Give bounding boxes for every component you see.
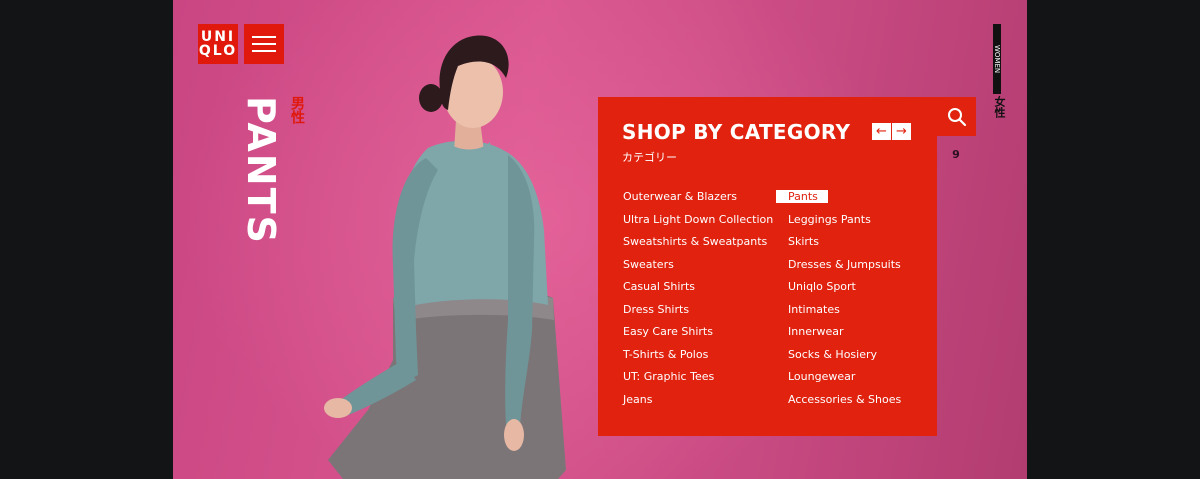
category-link[interactable]: Uniqlo Sport [788,279,901,302]
prev-arrow-button[interactable]: ← [872,123,891,140]
category-link[interactable]: Accessories & Shoes [788,392,901,415]
category-list-right: Pants Leggings Pants Skirts Dresses & Ju… [776,189,901,415]
search-button[interactable] [937,97,976,136]
page-number: 9 [952,148,960,161]
category-title: PANTS [239,96,283,245]
category-link[interactable]: Socks & Hosiery [788,347,901,370]
panel-title: SHOP BY CATEGORY [622,120,851,144]
category-list-left: Outerwear & Blazers Ultra Light Down Col… [623,189,773,414]
category-link[interactable]: Outerwear & Blazers [623,189,773,212]
category-link[interactable]: Jeans [623,392,773,415]
category-link[interactable]: Dress Shirts [623,302,773,325]
category-link[interactable]: T-Shirts & Polos [623,347,773,370]
logo-line-2: QLO [198,43,238,59]
women-tab[interactable]: WOMEN [993,24,1001,94]
category-link[interactable]: Sweatshirts & Sweatpants [623,234,773,257]
category-title-jp: 男性 [289,96,305,124]
category-link[interactable]: Casual Shirts [623,279,773,302]
search-icon [947,107,966,126]
hamburger-icon [252,36,276,38]
category-link[interactable]: Ultra Light Down Collection [623,212,773,235]
category-link[interactable]: Skirts [788,234,901,257]
category-link[interactable]: UT: Graphic Tees [623,369,773,392]
category-link[interactable]: Sweaters [623,257,773,280]
panel-subtitle: カテゴリー [622,151,677,164]
category-link[interactable]: Dresses & Jumpsuits [788,257,901,280]
hero-stage: UNI QLO 男性 PANTS SHOP BY CATEGORY カテゴリー [173,0,1027,479]
hamburger-menu-button[interactable] [244,24,284,64]
logo-line-1: UNI [200,29,236,45]
shop-by-category-panel: SHOP BY CATEGORY カテゴリー ← → Outerwear & B… [598,97,937,436]
uniqlo-logo[interactable]: UNI QLO [198,24,238,64]
pager-arrows: ← → [872,123,911,140]
category-link[interactable]: Innerwear [788,324,901,347]
category-link-active[interactable]: Pants [776,189,901,212]
category-link[interactable]: Leggings Pants [788,212,901,235]
category-link[interactable]: Intimates [788,302,901,325]
next-arrow-button[interactable]: → [892,123,911,140]
category-link[interactable]: Easy Care Shirts [623,324,773,347]
women-label-jp[interactable]: 女性 [991,96,1007,118]
model-photo [324,35,566,479]
category-link[interactable]: Loungewear [788,369,901,392]
